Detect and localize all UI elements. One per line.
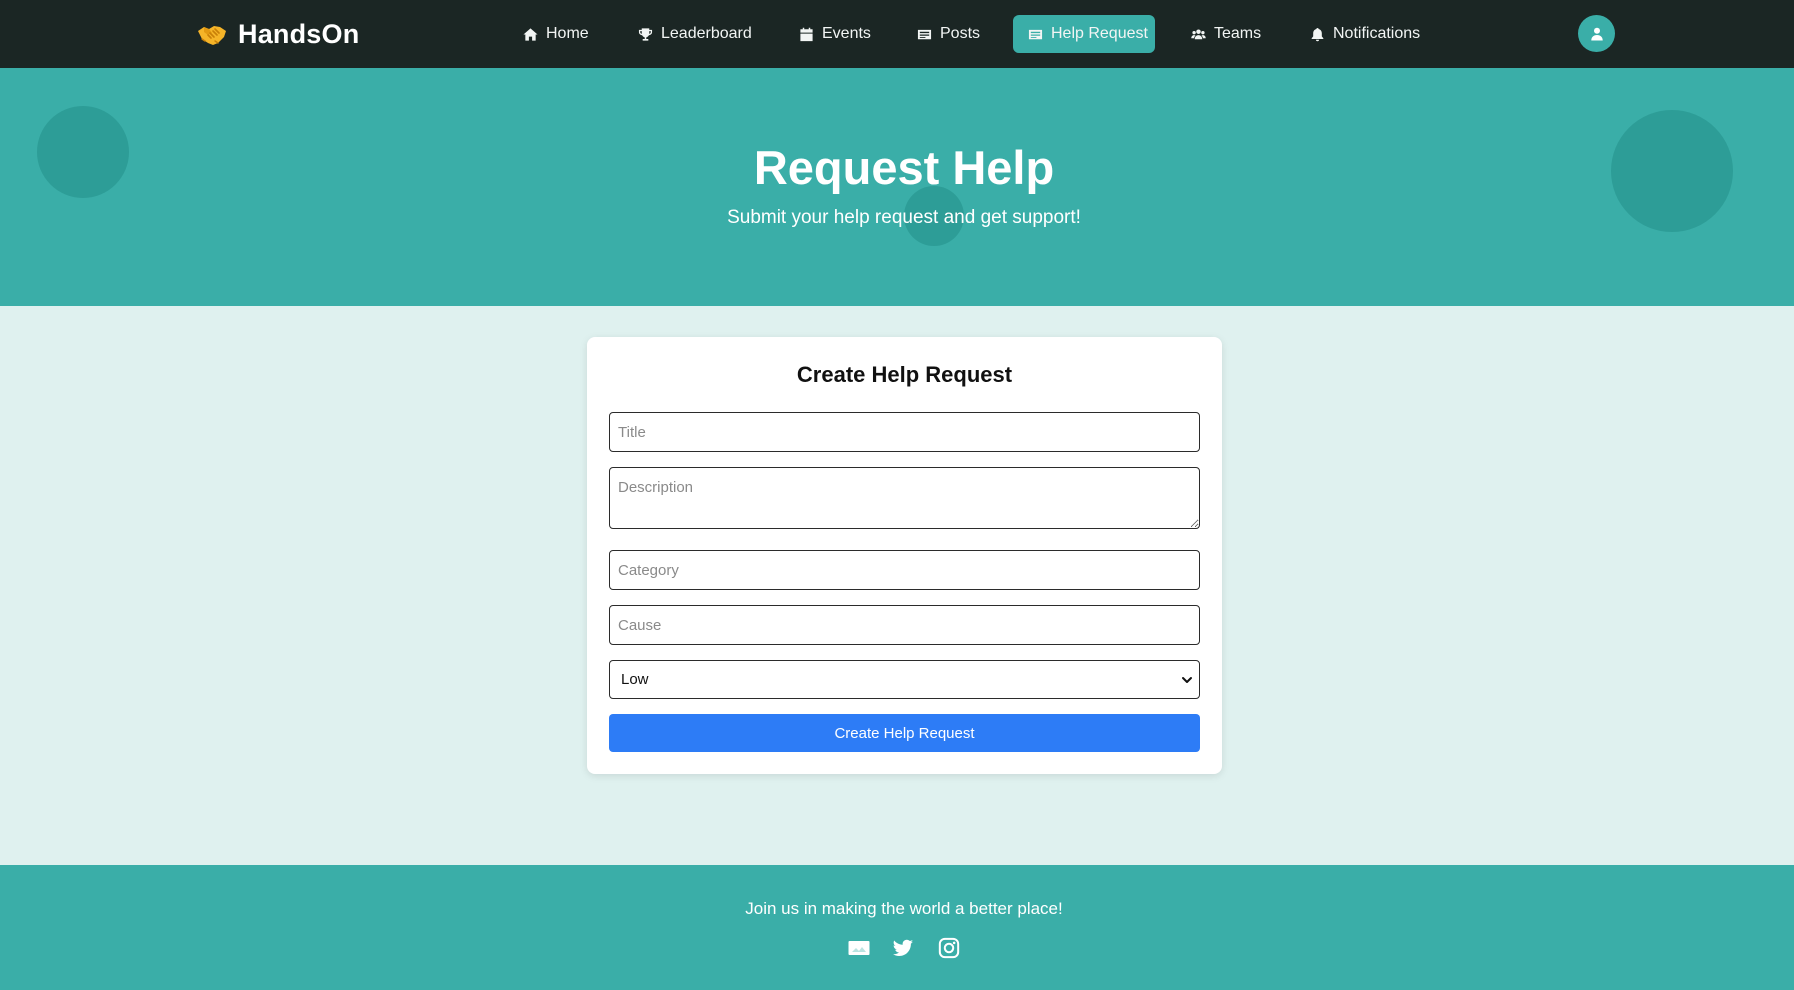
urgency-select-value: Low — [621, 671, 649, 688]
bell-icon — [1311, 27, 1324, 41]
create-help-request-button[interactable]: Create Help Request — [609, 714, 1200, 752]
nav-teams-label: Teams — [1214, 25, 1262, 42]
user-avatar[interactable] — [1578, 15, 1615, 52]
nav-leaderboard-label: Leaderboard — [661, 25, 752, 42]
nav-home-label: Home — [546, 25, 589, 42]
home-icon — [523, 27, 538, 41]
nav-help-request[interactable]: Help Request — [1013, 15, 1155, 53]
urgency-select[interactable]: Low — [609, 660, 1200, 699]
cause-input[interactable] — [609, 605, 1200, 645]
image-icon — [848, 941, 870, 955]
main-nav: Home Leaderboard Events Posts Help Reque… — [0, 15, 1794, 53]
nav-leaderboard[interactable]: Leaderboard — [623, 15, 767, 53]
category-input[interactable] — [609, 550, 1200, 590]
twitter-icon — [892, 939, 914, 956]
instagram-icon — [938, 937, 960, 959]
hero-banner: Request Help Submit your help request an… — [0, 68, 1794, 306]
page-subtitle: Submit your help request and get support… — [727, 207, 1081, 228]
chevron-down-icon — [1182, 677, 1192, 683]
nav-posts[interactable]: Posts — [902, 15, 995, 53]
description-textarea[interactable] — [609, 467, 1200, 529]
user-icon — [1590, 27, 1603, 40]
trophy-icon — [638, 27, 653, 41]
nav-help-request-label: Help Request — [1051, 25, 1148, 42]
footer: Join us in making the world a better pla… — [0, 865, 1794, 990]
page-title: Request Help — [753, 141, 1055, 194]
calendar-icon — [800, 27, 813, 41]
nav-notifications-label: Notifications — [1333, 25, 1421, 42]
users-icon — [1191, 28, 1206, 39]
footer-tagline: Join us in making the world a better pla… — [745, 899, 1063, 918]
social-link-image[interactable] — [846, 937, 872, 959]
help-request-form-card: Create Help Request Low Create Help Requ… — [587, 337, 1222, 774]
nav-notifications[interactable]: Notifications — [1295, 15, 1435, 53]
posts-icon — [917, 29, 932, 39]
help-request-icon — [1028, 29, 1043, 39]
nav-events-label: Events — [822, 25, 871, 42]
title-input[interactable] — [609, 412, 1200, 452]
social-link-twitter[interactable] — [890, 937, 916, 959]
nav-posts-label: Posts — [940, 25, 981, 42]
navbar: HandsOn Home Leaderboard Events Posts He… — [0, 0, 1794, 68]
social-link-instagram[interactable] — [936, 937, 962, 959]
nav-events[interactable]: Events — [784, 15, 886, 53]
nav-home[interactable]: Home — [508, 15, 604, 53]
nav-teams[interactable]: Teams — [1176, 15, 1276, 53]
form-heading: Create Help Request — [796, 362, 1013, 387]
